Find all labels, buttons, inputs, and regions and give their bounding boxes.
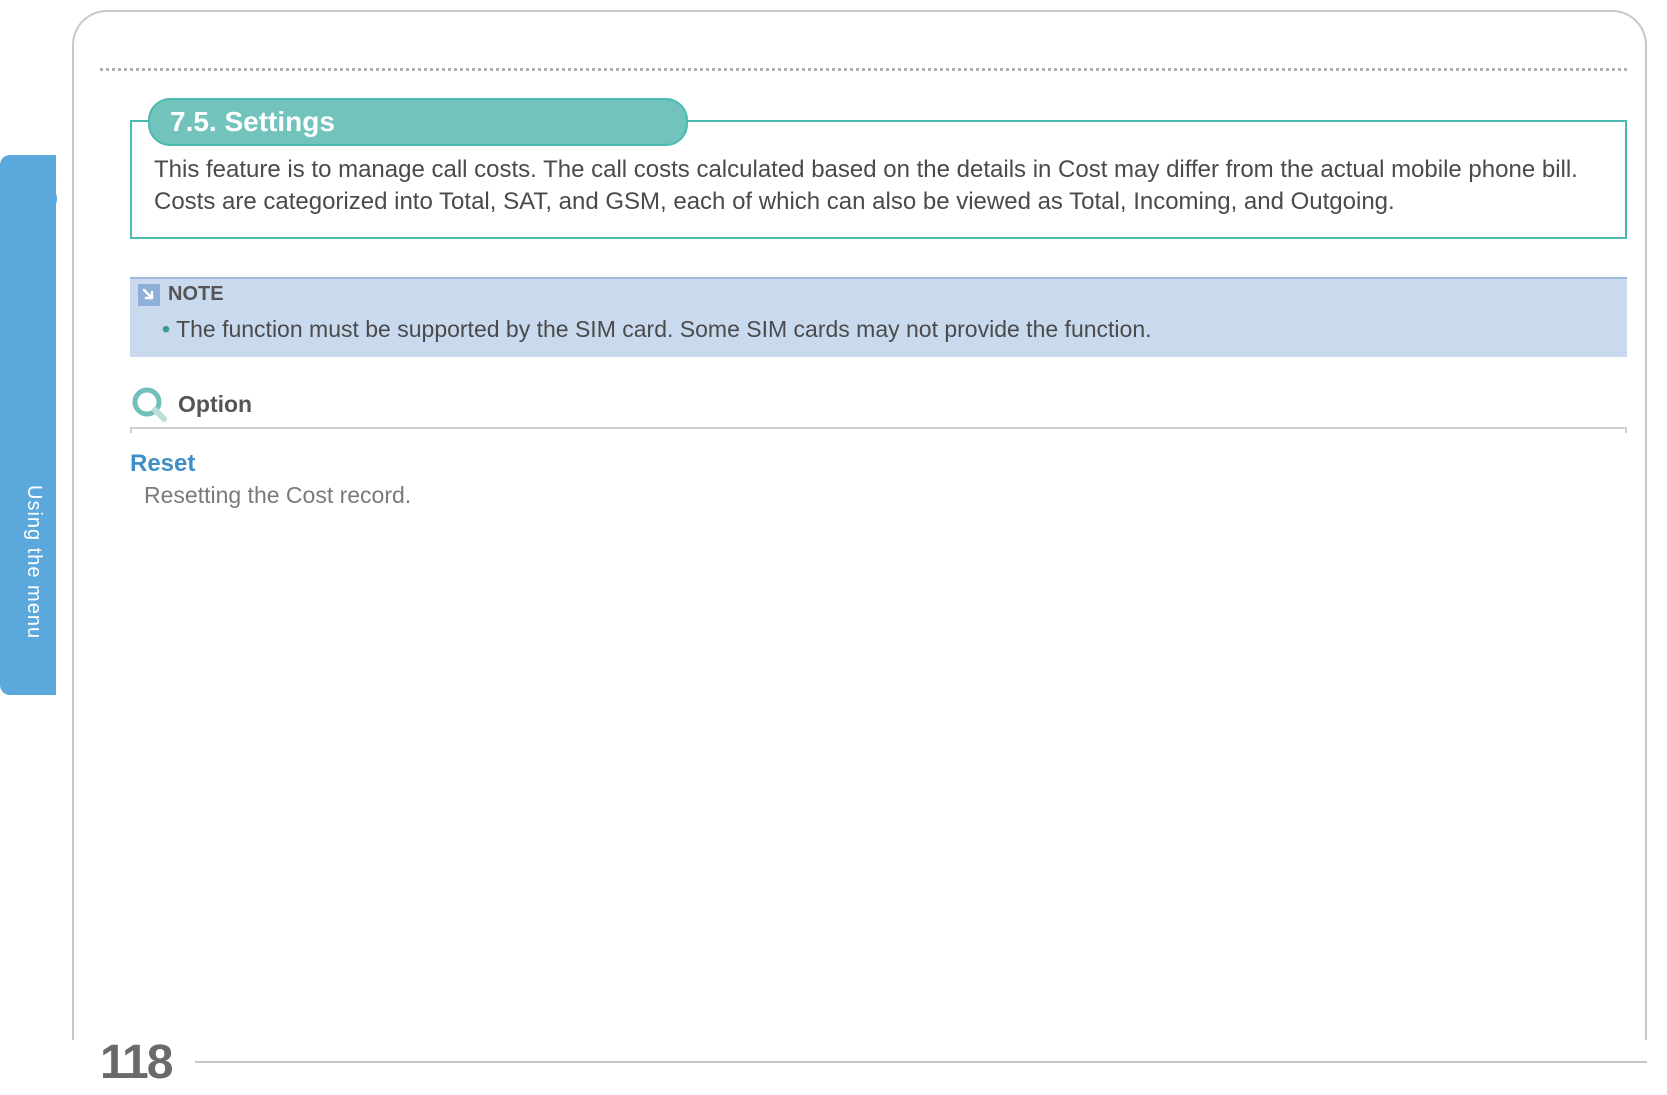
note-text: The function must be supported by the SI…: [176, 316, 1151, 342]
section-heading-text: 7.5. Settings: [170, 106, 335, 137]
page-number: 118: [100, 1035, 171, 1090]
bottom-rule: [195, 1061, 1647, 1063]
option-label: Option: [178, 391, 252, 418]
note-header: NOTE: [130, 279, 1627, 308]
section-heading-pill: 7.5. Settings: [148, 98, 688, 146]
note-box: NOTE •The function must be supported by …: [130, 277, 1627, 357]
reset-description: Resetting the Cost record.: [144, 482, 411, 509]
note-label: NOTE: [168, 283, 224, 306]
note-body: •The function must be supported by the S…: [130, 308, 1627, 357]
reset-title: Reset: [130, 450, 411, 478]
dotted-divider: [100, 68, 1627, 71]
section-body-text: This feature is to manage call costs. Th…: [154, 154, 1603, 219]
reset-block: Reset Resetting the Cost record.: [130, 450, 411, 509]
side-tab: Using the menu: [0, 155, 56, 695]
bullet-icon: •: [162, 316, 170, 342]
option-rule: [130, 427, 1627, 433]
magnifier-icon: [130, 385, 168, 423]
arrow-down-right-icon: [138, 284, 160, 306]
option-row: Option: [130, 385, 1627, 423]
side-tab-label: Using the menu: [22, 485, 45, 639]
